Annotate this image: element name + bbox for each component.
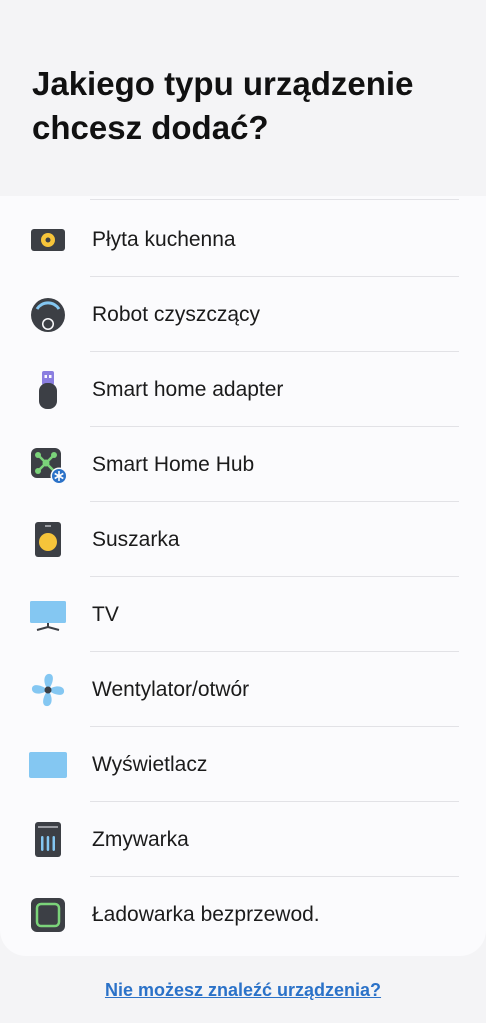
device-item-tv[interactable]: TV [0, 577, 486, 652]
header: Jakiego typu urządzenie chcesz dodać? [0, 0, 486, 196]
hub-icon [28, 445, 68, 485]
add-device-screen: Jakiego typu urządzenie chcesz dodać? Pł… [0, 0, 486, 1023]
device-item-cooktop[interactable]: Płyta kuchenna [0, 202, 486, 277]
device-item-dishwasher[interactable]: Zmywarka [0, 802, 486, 877]
device-label: Zmywarka [92, 828, 189, 851]
device-item-smart-home-adapter[interactable]: Smart home adapter [0, 352, 486, 427]
device-label: Robot czyszczący [92, 303, 261, 326]
dishwasher-icon [28, 820, 68, 860]
device-label: Suszarka [92, 528, 180, 551]
device-label: Wyświetlacz [92, 753, 208, 776]
device-type-list: Płyta kuchenna Robot czyszczący Smart ho… [0, 196, 486, 956]
device-label: Smart Home Hub [92, 453, 255, 476]
device-item-fan[interactable]: Wentylator/otwór [0, 652, 486, 727]
cant-find-device-link[interactable]: Nie możesz znaleźć urządzenia? [0, 980, 486, 1001]
device-label: Wentylator/otwór [92, 678, 250, 701]
device-label: Smart home adapter [92, 378, 284, 401]
device-item-wireless-charger[interactable]: Ładowarka bezprzewod. [0, 877, 486, 952]
usb-adapter-icon [28, 370, 68, 410]
dryer-icon [28, 520, 68, 560]
device-label: TV [92, 603, 119, 626]
device-item-robot-vacuum[interactable]: Robot czyszczący [0, 277, 486, 352]
device-item-display[interactable]: Wyświetlacz [0, 727, 486, 802]
robot-vacuum-icon [28, 295, 68, 335]
wireless-charger-icon [28, 895, 68, 935]
device-item-dryer[interactable]: Suszarka [0, 502, 486, 577]
fan-icon [28, 670, 68, 710]
display-icon [28, 745, 68, 785]
divider [90, 199, 459, 200]
device-item-smart-home-hub[interactable]: Smart Home Hub [0, 427, 486, 502]
device-label: Ładowarka bezprzewod. [92, 903, 320, 926]
cooktop-icon [28, 220, 68, 260]
tv-icon [28, 595, 68, 635]
page-title: Jakiego typu urządzenie chcesz dodać? [32, 65, 414, 146]
device-label: Płyta kuchenna [92, 228, 236, 251]
